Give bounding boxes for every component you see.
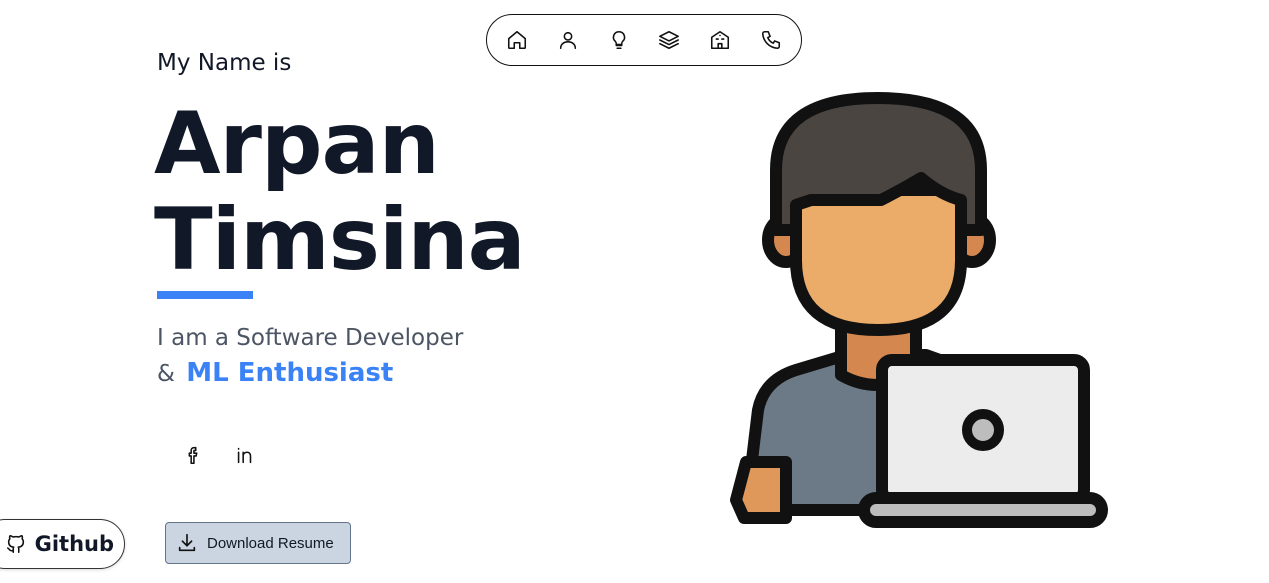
github-icon [6,535,24,554]
page: My Name is Arpan Timsina I am a Software… [0,0,1269,583]
facebook-link[interactable] [178,440,208,470]
github-label: Github [34,532,114,556]
home-icon [507,30,527,50]
hero-name: Arpan Timsina [154,94,526,290]
lightbulb-icon [612,30,625,50]
last-name: Timsina [154,190,526,290]
name-underline [157,291,253,299]
nav-contact[interactable] [757,26,785,54]
building-icon [711,30,730,50]
nav-about[interactable] [554,26,582,54]
nav-projects[interactable] [655,26,683,54]
role-line-2: & ML Enthusiast [157,358,393,388]
illustration-laptop-base [858,492,1108,528]
linkedin-link[interactable] [230,440,260,470]
role-line-1: I am a Software Developer [157,325,464,351]
first-name: Arpan [154,94,440,194]
linkedin-icon [237,447,252,464]
download-label: Download Resume [207,534,334,552]
phone-icon [761,30,781,50]
nav-skills[interactable] [605,26,633,54]
nav-home[interactable] [503,26,531,54]
download-resume-button[interactable]: Download Resume [165,522,351,564]
layers-icon [659,30,680,50]
download-icon [178,533,196,552]
role-prefix: & [157,361,175,387]
illustration-arm [730,456,792,524]
nav-experience[interactable] [706,26,734,54]
user-icon [559,31,576,50]
github-button[interactable]: Github [0,519,125,569]
top-nav [486,14,802,66]
facebook-icon [188,446,198,465]
intro-text: My Name is [157,50,292,76]
illustration-face [790,184,967,336]
illustration-laptop-logo [962,409,1004,451]
role-accent: ML Enthusiast [186,358,394,388]
developer-illustration [730,92,1108,528]
